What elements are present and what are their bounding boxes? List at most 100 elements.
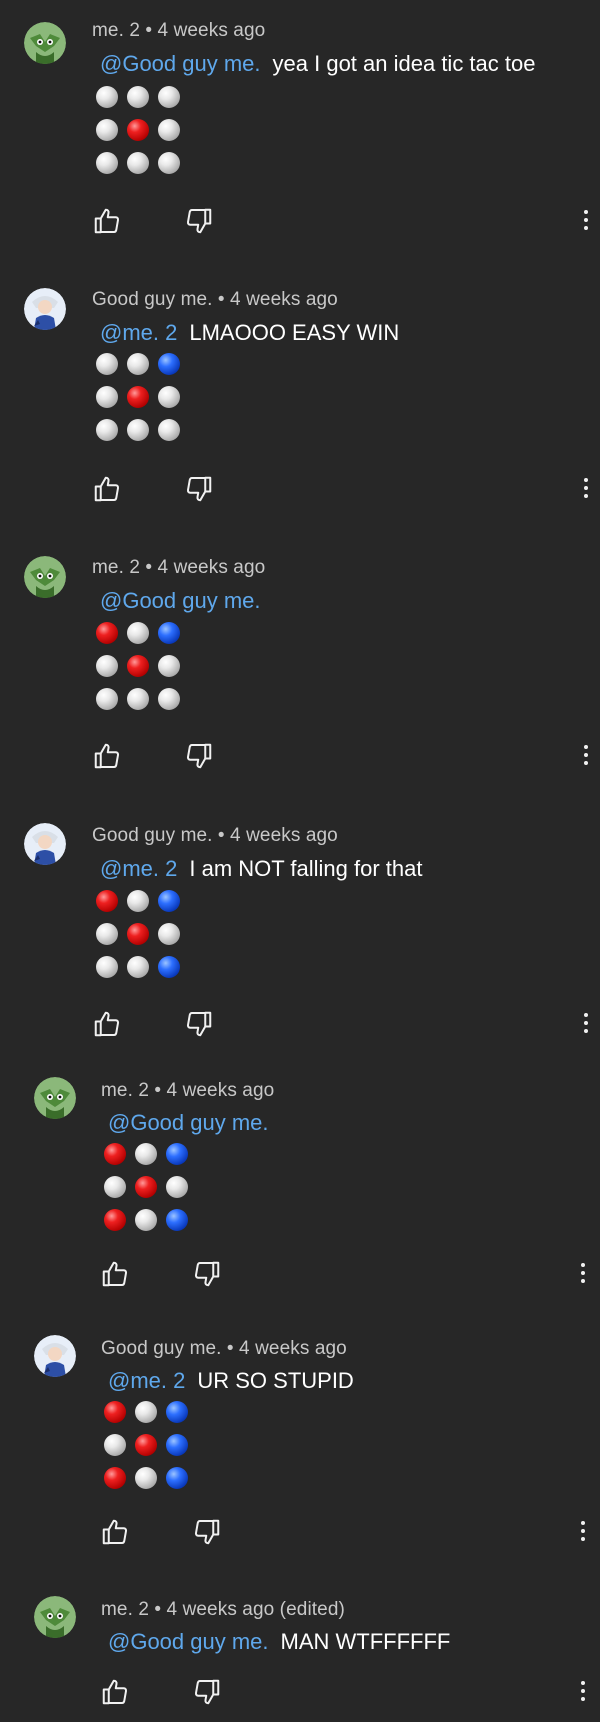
blue-character-avatar-icon (24, 823, 66, 865)
mention-link[interactable]: @Good guy me. (108, 1629, 269, 1654)
tic-tac-toe-board (96, 622, 181, 711)
board-cell (158, 86, 180, 108)
tic-tac-toe-board (104, 1401, 189, 1490)
thumbs-up-icon (94, 476, 120, 502)
avatar[interactable] (34, 1596, 76, 1638)
board-cell (104, 1209, 126, 1231)
board-cell (158, 119, 180, 141)
more-dot (581, 1271, 585, 1275)
board-cell (96, 890, 118, 912)
like-button[interactable] (100, 1517, 130, 1547)
mention-link[interactable]: @me. 2 (108, 1368, 185, 1393)
board-cell (104, 1434, 126, 1456)
more-options-button[interactable] (581, 208, 591, 234)
board-cell (104, 1176, 126, 1198)
more-options-button[interactable] (581, 476, 591, 502)
avatar[interactable] (24, 823, 66, 865)
comment-body: MAN WTFFFFFF (280, 1629, 451, 1654)
green-goblin-avatar-icon (34, 1077, 76, 1119)
mention-link[interactable]: @me. 2 (100, 856, 177, 881)
board-cell (135, 1143, 157, 1165)
thumbs-up-icon (94, 1011, 120, 1037)
comment-header: me. 2 • 4 weeks ago (92, 557, 266, 578)
comment-text: @Good guy me. (108, 1110, 281, 1136)
more-dot (581, 1537, 585, 1541)
board-cell (135, 1401, 157, 1423)
board-cell (158, 152, 180, 174)
more-dot (581, 1689, 585, 1693)
board-cell (135, 1176, 157, 1198)
more-dot (584, 1021, 588, 1025)
board-cell (96, 419, 118, 441)
like-button[interactable] (92, 1009, 122, 1039)
board-cell (96, 956, 118, 978)
dislike-button[interactable] (184, 1009, 214, 1039)
board-cell (104, 1143, 126, 1165)
dislike-button[interactable] (184, 474, 214, 504)
board-cell (166, 1176, 188, 1198)
board-cell (166, 1401, 188, 1423)
more-options-button[interactable] (578, 1519, 588, 1545)
more-dot (584, 218, 588, 222)
more-options-button[interactable] (581, 1011, 591, 1037)
board-cell (158, 386, 180, 408)
more-dot (584, 486, 588, 490)
board-cell (158, 419, 180, 441)
comment-header: me. 2 • 4 weeks ago (edited) (101, 1599, 345, 1620)
comment-header: me. 2 • 4 weeks ago (92, 20, 266, 41)
like-button[interactable] (92, 741, 122, 771)
board-cell (96, 655, 118, 677)
tic-tac-toe-board (96, 890, 181, 979)
like-button[interactable] (100, 1259, 130, 1289)
board-cell (158, 956, 180, 978)
board-cell (166, 1209, 188, 1231)
more-vertical-icon (581, 1263, 585, 1267)
board-cell (96, 152, 118, 174)
more-vertical-icon (581, 1521, 585, 1525)
mention-link[interactable]: @Good guy me. (100, 588, 261, 613)
comment-header: Good guy me. • 4 weeks ago (92, 289, 338, 310)
board-cell (127, 86, 149, 108)
like-button[interactable] (92, 206, 122, 236)
avatar[interactable] (24, 22, 66, 64)
more-options-button[interactable] (578, 1679, 588, 1705)
comment-text: @me. 2 LMAOOO EASY WIN (100, 320, 399, 346)
tic-tac-toe-board (96, 86, 181, 175)
comment-text: @Good guy me. yea I got an idea tic tac t… (100, 51, 535, 77)
more-options-button[interactable] (578, 1261, 588, 1287)
dislike-button[interactable] (192, 1517, 222, 1547)
board-cell (104, 1401, 126, 1423)
tic-tac-toe-board (96, 353, 181, 442)
avatar[interactable] (24, 288, 66, 330)
board-cell (158, 923, 180, 945)
dislike-button[interactable] (184, 206, 214, 236)
avatar[interactable] (24, 556, 66, 598)
board-cell (96, 86, 118, 108)
mention-link[interactable]: @me. 2 (100, 320, 177, 345)
board-cell (96, 386, 118, 408)
comment-text: @Good guy me. (100, 588, 273, 614)
comment-body: yea I got an idea tic tac toe (272, 51, 536, 76)
thumbs-down-icon (194, 1679, 220, 1705)
board-cell (127, 386, 149, 408)
board-cell (166, 1467, 188, 1489)
avatar[interactable] (34, 1335, 76, 1377)
more-dot (584, 226, 588, 230)
mention-link[interactable]: @Good guy me. (100, 51, 261, 76)
board-cell (127, 890, 149, 912)
comment-body: LMAOOO EASY WIN (189, 320, 400, 345)
dislike-button[interactable] (192, 1677, 222, 1707)
more-dot (584, 753, 588, 757)
comment-header: me. 2 • 4 weeks ago (101, 1080, 275, 1101)
like-button[interactable] (100, 1677, 130, 1707)
thumbs-up-icon (94, 208, 120, 234)
mention-link[interactable]: @Good guy me. (108, 1110, 269, 1135)
dislike-button[interactable] (184, 741, 214, 771)
like-button[interactable] (92, 474, 122, 504)
thumbs-up-icon (102, 1261, 128, 1287)
more-options-button[interactable] (581, 743, 591, 769)
more-vertical-icon (584, 210, 588, 214)
avatar[interactable] (34, 1077, 76, 1119)
comment-text: @me. 2 UR SO STUPID (108, 1368, 354, 1394)
dislike-button[interactable] (192, 1259, 222, 1289)
